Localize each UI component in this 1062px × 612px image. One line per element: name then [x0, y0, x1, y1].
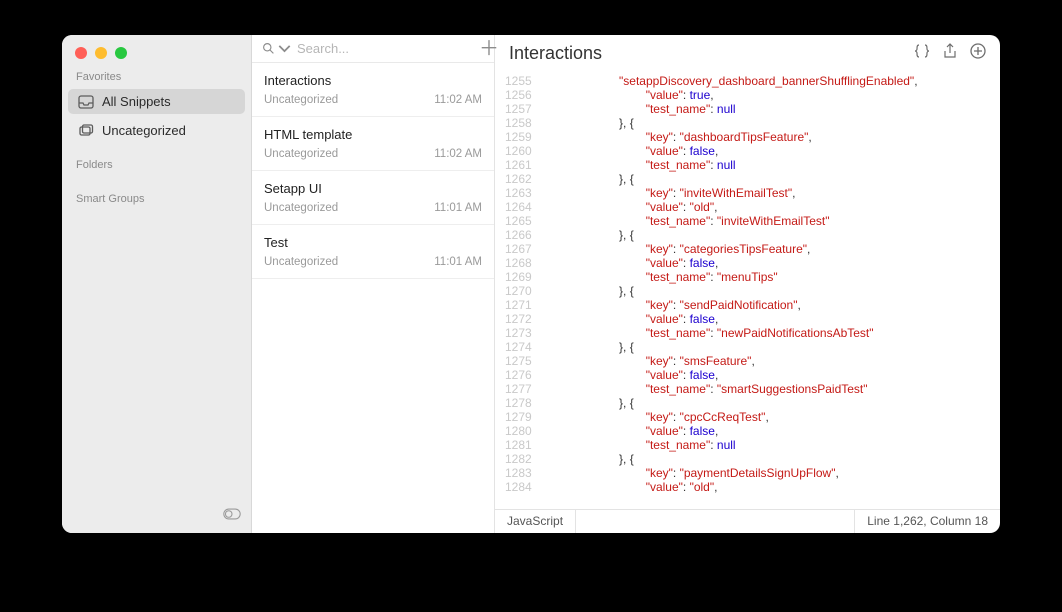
search-row: ＋	[252, 35, 494, 63]
chevron-down-icon[interactable]	[278, 42, 291, 55]
snippet-list: ＋ Interactions Uncategorized11:02 AMHTML…	[252, 35, 495, 533]
editor-header: Interactions	[495, 35, 1000, 74]
snippet-item-time: 11:01 AM	[434, 256, 482, 268]
sidebar-item-label: Uncategorized	[102, 123, 186, 138]
sidebar-item-uncategorized[interactable]: Uncategorized	[68, 118, 245, 143]
sidebar-footer	[62, 499, 251, 533]
layers-icon	[78, 124, 94, 138]
code-content[interactable]: "setappDiscovery_dashboard_bannerShuffli…	[539, 74, 1000, 509]
status-spacer	[576, 510, 854, 533]
snippet-item-category: Uncategorized	[264, 202, 338, 214]
code-editor[interactable]: 1255125612571258125912601261126212631264…	[495, 74, 1000, 509]
zoom-window-button[interactable]	[115, 47, 127, 59]
snippet-item-title: Interactions	[264, 73, 482, 88]
snippet-item-category: Uncategorized	[264, 94, 338, 106]
close-window-button[interactable]	[75, 47, 87, 59]
window-controls	[62, 35, 251, 67]
status-bar: JavaScript Line 1,262, Column 18	[495, 509, 1000, 533]
folders-section-label: Folders	[62, 155, 251, 175]
snippet-item-category: Uncategorized	[264, 256, 338, 268]
snippet-list-item[interactable]: Setapp UI Uncategorized 11:01 AM	[252, 171, 494, 225]
snippet-list-item[interactable]: Test Uncategorized 11:01 AM	[252, 225, 494, 279]
editor-pane: Interactions 125512561257125812591260126…	[495, 35, 1000, 533]
share-icon[interactable]	[942, 43, 958, 64]
language-selector[interactable]: JavaScript	[495, 510, 576, 533]
sidebar-item-all-snippets[interactable]: All Snippets	[68, 89, 245, 114]
app-window: Favorites All Snippets Uncategorized Fol…	[62, 35, 1000, 533]
smart-groups-section-label: Smart Groups	[62, 189, 251, 209]
sidebar-item-label: All Snippets	[102, 94, 171, 109]
search-icon	[262, 42, 275, 55]
snippet-item-title: HTML template	[264, 127, 482, 142]
snippet-item-category: Uncategorized	[264, 148, 338, 160]
editor-actions	[914, 43, 986, 64]
snippet-item-time: 11:02 AM	[434, 148, 482, 160]
snippet-list-item[interactable]: Interactions Uncategorized 11:02 AM	[252, 63, 494, 117]
snippet-item-title: Setapp UI	[264, 181, 482, 196]
settings-toggle-icon[interactable]	[223, 507, 241, 525]
minimize-window-button[interactable]	[95, 47, 107, 59]
snippet-list-item[interactable]: HTML template Uncategorized 11:02 AM	[252, 117, 494, 171]
search-input[interactable]	[297, 41, 473, 56]
snippet-title[interactable]: Interactions	[509, 43, 602, 64]
favorites-section-label: Favorites	[62, 67, 251, 87]
snippet-item-time: 11:02 AM	[434, 94, 482, 106]
line-gutter: 1255125612571258125912601261126212631264…	[495, 74, 539, 509]
braces-icon[interactable]	[914, 43, 930, 64]
snippet-item-title: Test	[264, 235, 482, 250]
cursor-position: Line 1,262, Column 18	[854, 510, 1000, 533]
tray-icon	[78, 95, 94, 109]
snippet-item-time: 11:01 AM	[434, 202, 482, 214]
sidebar: Favorites All Snippets Uncategorized Fol…	[62, 35, 252, 533]
add-circle-icon[interactable]	[970, 43, 986, 64]
